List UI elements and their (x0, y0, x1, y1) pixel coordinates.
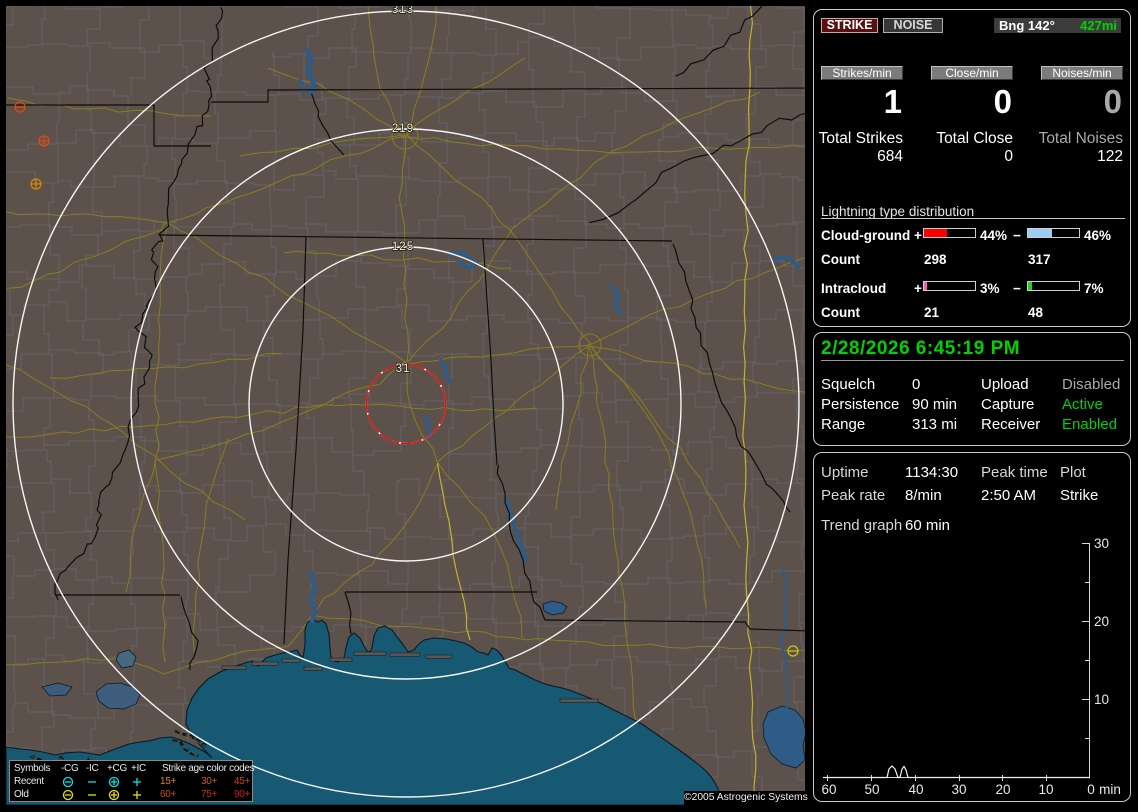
svg-text:10: 10 (1038, 782, 1053, 797)
svg-text:20: 20 (995, 782, 1010, 797)
svg-text:10: 10 (1094, 692, 1109, 707)
svg-text:125: 125 (392, 241, 414, 253)
svg-text:31: 31 (396, 363, 411, 375)
svg-text:219: 219 (392, 123, 414, 135)
svg-text:313: 313 (392, 4, 414, 16)
svg-text:30: 30 (951, 782, 966, 797)
svg-text:min: min (1099, 782, 1121, 797)
svg-text:20: 20 (1094, 614, 1109, 629)
svg-text:30: 30 (1094, 536, 1109, 551)
svg-text:50: 50 (864, 782, 879, 797)
svg-text:40: 40 (908, 782, 923, 797)
svg-text:60: 60 (821, 782, 836, 797)
svg-text:0: 0 (1087, 782, 1095, 797)
